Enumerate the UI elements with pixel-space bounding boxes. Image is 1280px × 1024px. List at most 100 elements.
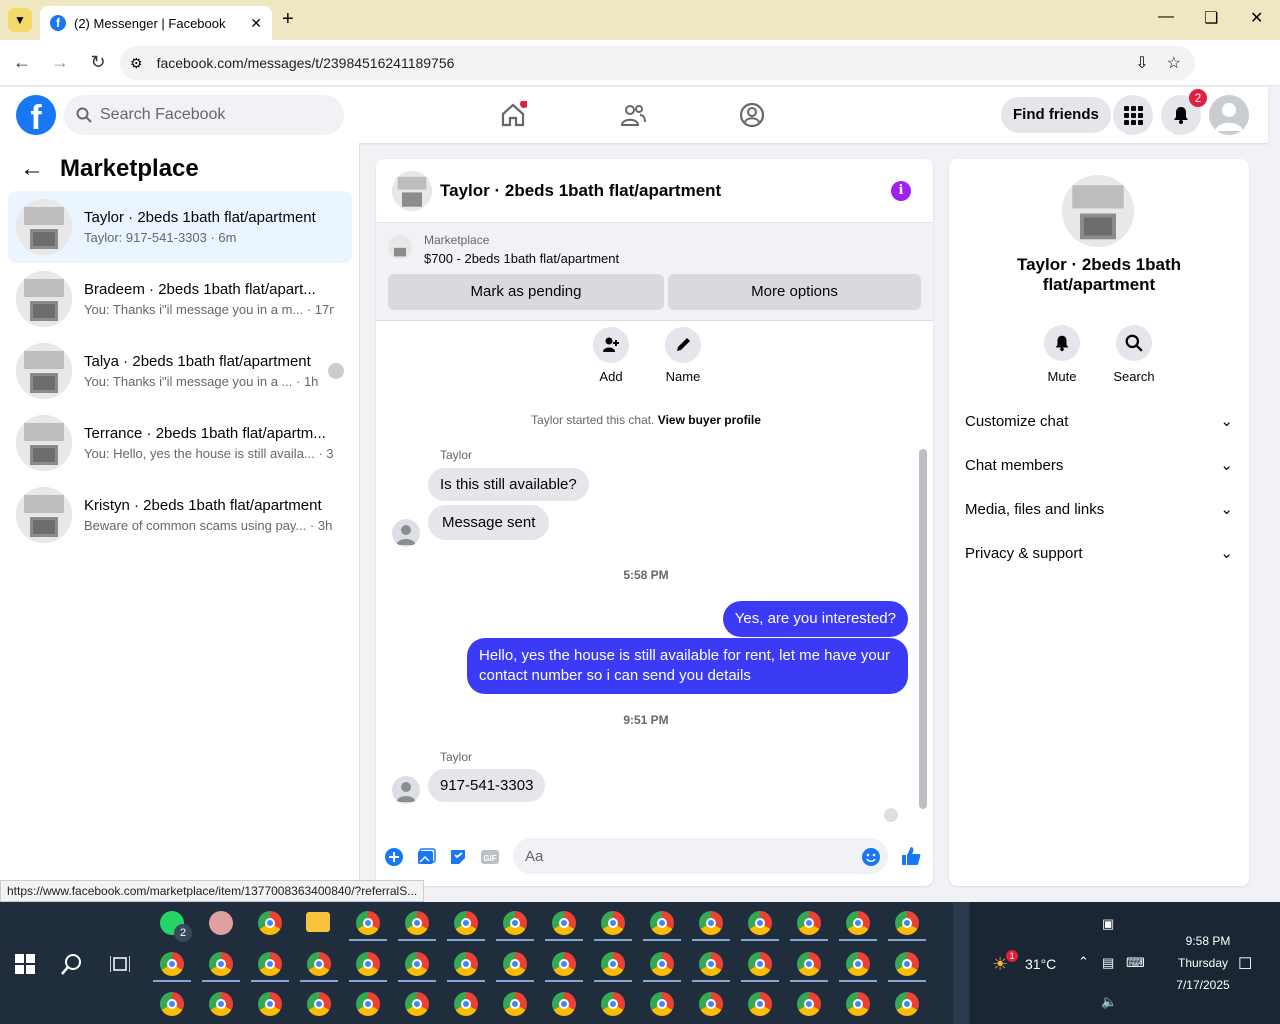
chrome-profile-icon[interactable] [601, 952, 625, 976]
back-button[interactable]: ← [6, 52, 38, 73]
name-chat-button[interactable]: Name [653, 327, 713, 384]
reload-button[interactable]: ↻ [82, 52, 114, 73]
chrome-profile-icon[interactable] [748, 911, 772, 935]
tab-search-button[interactable]: ▼ [8, 8, 32, 32]
forward-button[interactable]: → [44, 52, 76, 73]
scrollbar-thumb[interactable] [919, 449, 927, 809]
chrome-profile-icon[interactable] [503, 992, 527, 1016]
chrome-profile-icon[interactable] [405, 952, 429, 976]
chat-scrollbar[interactable] [919, 329, 927, 809]
thumbs-up-icon[interactable] [900, 845, 922, 867]
chrome-profile-icon[interactable] [846, 992, 870, 1016]
photo-icon[interactable] [416, 847, 436, 867]
emoji-icon[interactable] [861, 847, 881, 867]
chrome-profile-icon[interactable] [601, 911, 625, 935]
notifications-button[interactable]: 2 [1161, 89, 1207, 135]
chrome-profile-icon[interactable] [895, 911, 919, 935]
windows-start-icon[interactable] [15, 954, 35, 974]
network-icon[interactable]: ▤ [1102, 955, 1114, 971]
more-options-button[interactable]: More options [668, 274, 921, 310]
incoming-message[interactable]: Message sent [428, 505, 550, 540]
chrome-profile-icon[interactable] [748, 952, 772, 976]
site-settings-icon[interactable]: ⚙ [130, 55, 143, 72]
outgoing-message[interactable]: Yes, are you interested? [722, 601, 908, 637]
clock-time[interactable]: 9:58 PM [1168, 934, 1248, 948]
task-view-icon[interactable] [110, 954, 130, 974]
menu-button[interactable] [1113, 95, 1153, 135]
chrome-profile-icon[interactable] [846, 911, 870, 935]
info-icon[interactable]: i [891, 181, 911, 201]
message-input[interactable] [513, 838, 888, 874]
add-people-button[interactable]: Add [581, 327, 641, 384]
chat-members-section[interactable]: Chat members ⌄ [965, 456, 1233, 475]
chrome-profile-icon[interactable] [552, 992, 576, 1016]
chrome-profile-icon[interactable] [503, 952, 527, 976]
privacy-support-section[interactable]: Privacy & support ⌄ [965, 544, 1233, 563]
close-window-button[interactable]: ✕ [1250, 8, 1263, 28]
facebook-logo[interactable]: f [16, 95, 56, 135]
address-bar[interactable]: ⚙ facebook.com/messages/t/23984516241189… [120, 46, 1195, 80]
chat-title[interactable]: Taylor · 2beds 1bath flat/apartment [440, 181, 721, 201]
facebook-search-input[interactable] [100, 106, 320, 124]
gif-icon[interactable]: GIF [480, 847, 500, 867]
weather-temperature[interactable]: 31°C [1025, 956, 1056, 972]
chrome-profile-icon[interactable] [356, 992, 380, 1016]
chrome-profile-icon[interactable] [258, 992, 282, 1016]
chrome-profile-icon[interactable] [356, 952, 380, 976]
account-avatar[interactable] [1209, 95, 1249, 135]
sender-avatar[interactable] [392, 519, 420, 547]
search-in-chat-button[interactable]: Search [1104, 325, 1164, 384]
chrome-profile-icon[interactable] [307, 952, 331, 976]
chrome-profile-icon[interactable] [503, 911, 527, 935]
keyboard-icon[interactable]: ⌨ [1126, 955, 1145, 971]
conversation-item[interactable]: Terrance · 2beds 1bath flat/apartm... You… [8, 407, 352, 479]
facebook-search[interactable] [64, 95, 344, 135]
file-explorer-icon[interactable] [306, 912, 330, 932]
chrome-profile-icon[interactable] [258, 952, 282, 976]
find-friends-button[interactable]: Find friends [1001, 97, 1111, 133]
info-thumbnail[interactable] [1062, 175, 1134, 247]
mute-button[interactable]: Mute [1032, 325, 1092, 384]
app-icon[interactable] [209, 911, 233, 935]
chrome-profile-icon[interactable] [846, 952, 870, 976]
chrome-profile-icon[interactable] [209, 952, 233, 976]
chevron-up-icon[interactable]: ⌃ [1078, 954, 1089, 970]
chrome-profile-icon[interactable] [797, 911, 821, 935]
view-buyer-profile-link[interactable]: View buyer profile [658, 413, 761, 427]
sender-avatar[interactable] [392, 776, 420, 804]
chrome-profile-icon[interactable] [160, 952, 184, 976]
groups-icon[interactable] [738, 101, 766, 129]
chrome-profile-icon[interactable] [454, 911, 478, 935]
chrome-profile-icon[interactable] [454, 952, 478, 976]
friends-icon[interactable] [619, 101, 647, 129]
home-icon[interactable] [499, 101, 527, 129]
chrome-profile-icon[interactable] [601, 992, 625, 1016]
chrome-profile-icon[interactable] [552, 911, 576, 935]
chrome-profile-icon[interactable] [307, 992, 331, 1016]
conversation-item[interactable]: Talya · 2beds 1bath flat/apartment You: T… [8, 335, 352, 407]
chrome-profile-icon[interactable] [748, 992, 772, 1016]
listing-title[interactable]: $700 - 2beds 1bath flat/apartment [424, 251, 619, 266]
chrome-profile-icon[interactable] [454, 992, 478, 1016]
minimize-button[interactable]: — [1158, 8, 1174, 26]
volume-icon[interactable]: 🔈 [1101, 994, 1117, 1010]
chrome-profile-icon[interactable] [650, 992, 674, 1016]
maximize-button[interactable]: ❏ [1204, 8, 1218, 28]
plus-circle-icon[interactable] [384, 847, 404, 867]
new-tab-button[interactable]: + [282, 8, 294, 31]
outgoing-message[interactable]: Hello, yes the house is still available … [467, 638, 908, 694]
chrome-profile-icon[interactable] [650, 952, 674, 976]
close-tab-icon[interactable]: ✕ [250, 15, 262, 32]
chrome-profile-icon[interactable] [895, 992, 919, 1016]
chrome-profile-icon[interactable] [405, 992, 429, 1016]
browser-tab[interactable]: f (2) Messenger | Facebook ✕ [40, 6, 272, 40]
conversation-item[interactable]: Taylor · 2beds 1bath flat/apartment Taylo… [8, 191, 352, 263]
chrome-icon[interactable] [258, 911, 282, 935]
taskbar-search-icon[interactable] [60, 952, 84, 976]
chrome-profile-icon[interactable] [699, 952, 723, 976]
bookmark-star-icon[interactable]: ☆ [1167, 53, 1181, 73]
conversation-item[interactable]: Bradeem · 2beds 1bath flat/apart... You: … [8, 263, 352, 335]
customize-chat-section[interactable]: Customize chat ⌄ [965, 412, 1233, 431]
install-app-icon[interactable]: ⇩ [1135, 53, 1148, 73]
chrome-profile-icon[interactable] [160, 992, 184, 1016]
